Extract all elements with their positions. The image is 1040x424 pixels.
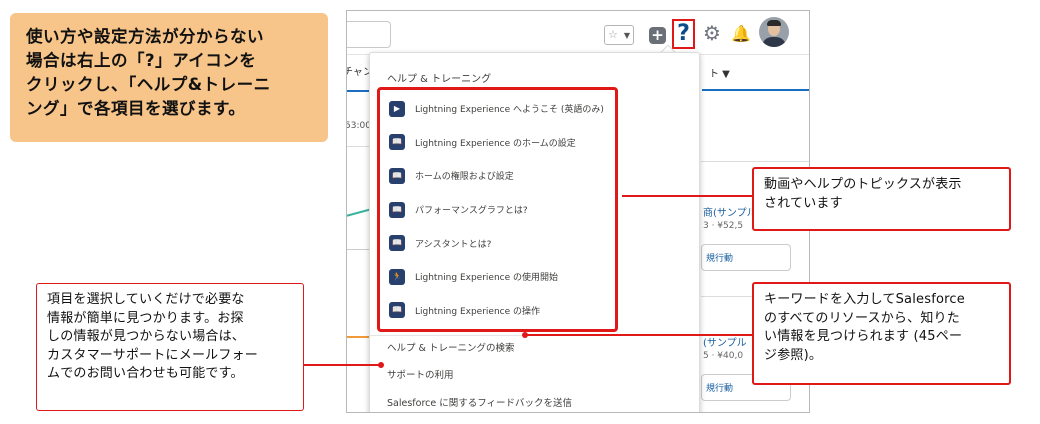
star-icon: ☆ <box>608 28 618 41</box>
help-topic-item[interactable]: 📖 パフォーマンスグラフとは? <box>389 193 615 227</box>
help-panel-title: ヘルプ & トレーニング <box>387 74 492 85</box>
callout-line: 情報が簡単に見つかります。お探 <box>47 310 244 326</box>
time-label: 53:00 <box>346 121 371 131</box>
callout-line: しの情報が見つからない場合は、 <box>47 329 246 344</box>
divider <box>370 412 699 413</box>
tip-line: クリックし、「ヘルプ&トレーニ <box>26 75 271 94</box>
help-search-link[interactable]: ヘルプ & トレーニングの検索 <box>387 340 514 354</box>
help-topic-label: パフォーマンスグラフとは? <box>415 206 528 217</box>
help-topic-label: Lightning Experience の操作 <box>415 306 540 317</box>
help-topic-label: Lightning Experience のホームの設定 <box>415 138 576 149</box>
avatar[interactable] <box>759 17 789 47</box>
help-topic-label: Lightning Experience へようこそ (英語のみ) <box>415 105 604 116</box>
video-play-icon: ▶ <box>389 100 405 117</box>
book-icon: 📖 <box>389 235 405 252</box>
topics-callout: 動画やヘルプのトピックスが表示 されています <box>752 167 1011 231</box>
callout-connector <box>622 195 752 197</box>
callout-connector <box>525 334 752 336</box>
help-topic-item[interactable]: 📖 Lightning Experience の操作 <box>389 294 615 328</box>
divider <box>701 161 809 162</box>
callout-line: のすべてのリソースから、知りた <box>764 310 960 326</box>
callout-line: されています <box>764 195 843 211</box>
gear-icon[interactable]: ⚙ <box>703 22 721 44</box>
help-topic-label: ホームの権限および設定 <box>415 172 514 183</box>
opportunity-link[interactable]: 商(サンプル <box>703 204 757 219</box>
support-callout: 項目を選択していくだけで必要な 情報が簡単に見つかります。お探 しの情報が見つか… <box>36 283 304 411</box>
support-link[interactable]: サポートの利用 <box>387 367 454 381</box>
help-topic-label: アシスタントとは? <box>415 239 492 250</box>
nav-underline <box>702 89 809 91</box>
callout-connector <box>304 364 380 366</box>
search-callout: キーワードを入力してSalesforce のすべてのリソースから、知りた い情報… <box>752 282 1011 385</box>
callout-line: い情報を見つけられます (45ペー <box>764 329 963 344</box>
favorites-button[interactable]: ☆ ▼ <box>604 25 634 45</box>
global-actions-plus-icon[interactable]: + <box>649 27 666 44</box>
callout-line: ムでのお問い合わせも可能です。 <box>47 366 244 381</box>
book-icon: 📖 <box>389 134 405 151</box>
callout-line: カスタマーサポートにメールフォー <box>47 347 258 363</box>
nav-tab-partial-right[interactable]: ト ▼ <box>709 65 730 80</box>
book-icon: 📖 <box>389 302 405 319</box>
opportunity-meta: 5 · ¥40,0 <box>703 351 744 361</box>
help-topic-item[interactable]: 📖 Lightning Experience のホームの設定 <box>389 126 615 160</box>
new-activity-button[interactable]: 規行動 <box>701 244 791 271</box>
global-header: ☆ ▼ + ? ⚙ 🔔 <box>347 11 809 55</box>
book-icon: 📖 <box>389 201 405 218</box>
walkthrough-icon: 🏃 <box>389 268 405 285</box>
callout-line: 動画やヘルプのトピックスが表示 <box>764 177 962 192</box>
help-topic-item[interactable]: ▶ Lightning Experience へようこそ (英語のみ) <box>389 92 615 126</box>
help-topics-list: ▶ Lightning Experience へようこそ (英語のみ) 📖 Li… <box>377 87 618 332</box>
help-training-panel: ヘルプ & トレーニング ▶ Lightning Experience へようこ… <box>369 52 700 413</box>
bell-icon[interactable]: 🔔 <box>731 23 751 45</box>
tip-line: 使い方や設定方法が分からない <box>26 27 264 46</box>
callout-line: ジ参照)。 <box>764 347 823 363</box>
help-topic-item[interactable]: 📖 ホームの権限および設定 <box>389 159 615 193</box>
tip-line: 場合は右上の「?」アイコンを <box>26 51 257 70</box>
tip-line: ング」で各項目を選びます。 <box>26 99 246 118</box>
callout-line: キーワードを入力してSalesforce <box>764 292 965 307</box>
help-question-icon[interactable]: ? <box>672 19 695 49</box>
help-topic-item[interactable]: 📖 アシスタントとは? <box>389 226 615 260</box>
tip-box: 使い方や設定方法が分からない 場合は右上の「?」アイコンを クリックし、「ヘルプ… <box>10 13 328 142</box>
book-icon: 📖 <box>389 167 405 184</box>
callout-line: 項目を選択していくだけで必要な <box>47 292 245 307</box>
help-topic-label: Lightning Experience の使用開始 <box>415 273 558 284</box>
opportunity-link[interactable]: (サンプル <box>703 334 747 349</box>
chevron-down-icon: ▼ <box>623 31 630 40</box>
feedback-link[interactable]: Salesforce に関するフィードバックを送信 <box>387 395 572 409</box>
help-topic-item[interactable]: 🏃 Lightning Experience の使用開始 <box>389 260 615 294</box>
opportunity-meta: 3 · ¥52,5 <box>703 221 744 231</box>
search-input[interactable] <box>347 21 391 48</box>
salesforce-screenshot: ☆ ▼ + ? ⚙ 🔔 チャン ト ▼ 53:00 商(サンプル 3 · ¥52… <box>346 10 810 413</box>
